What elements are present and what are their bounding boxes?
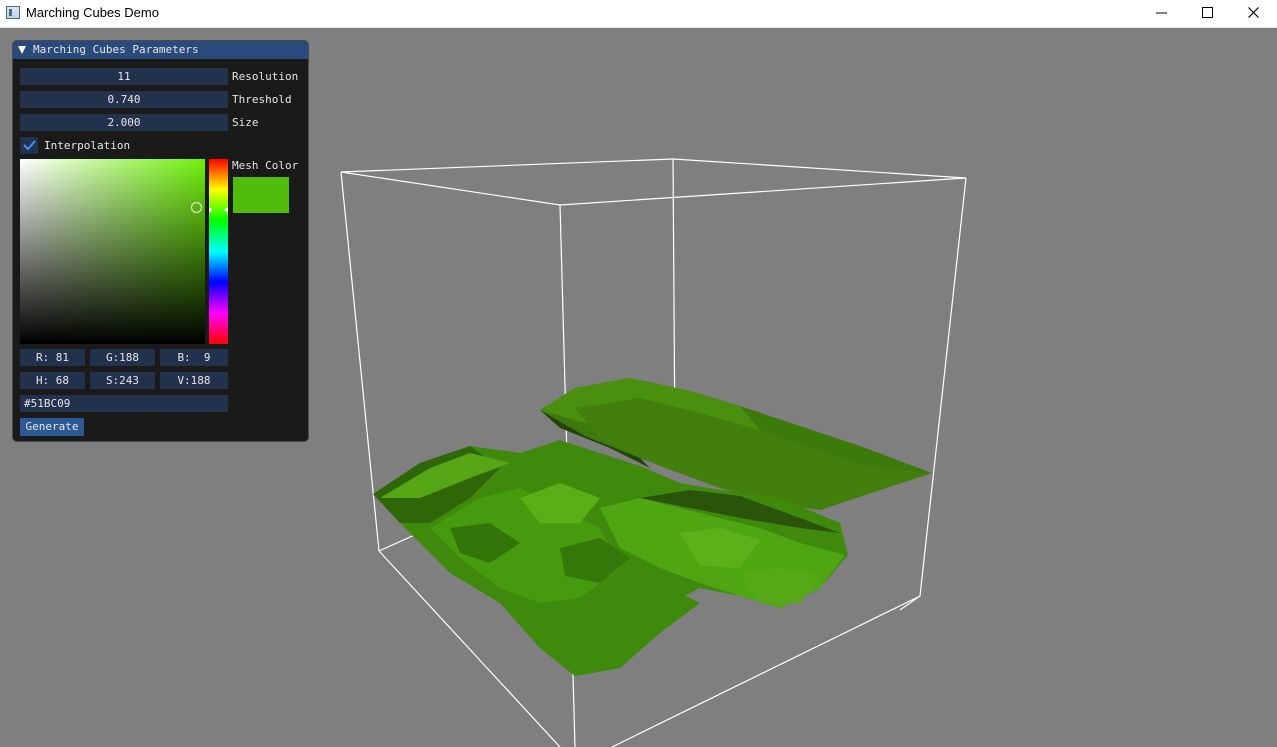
value-input[interactable]: V:188 [160,372,228,389]
green-input[interactable]: G:188 [90,349,155,366]
collapse-triangle-icon[interactable] [18,46,26,54]
size-label: Size [232,116,259,129]
hue-input[interactable]: H: 68 [20,372,85,389]
parameters-panel: Marching Cubes Parameters 11 Resolution … [12,40,309,442]
panel-title: Marching Cubes Parameters [33,43,199,56]
mesh-color-swatch[interactable] [233,177,289,213]
hex-color-input[interactable]: #51BC09 [20,395,228,412]
checkmark-icon [23,140,36,151]
app-icon [6,6,20,19]
generate-button[interactable]: Generate [20,418,84,436]
resolution-label: Resolution [232,70,299,83]
minimize-icon [1156,12,1167,14]
interpolation-label: Interpolation [44,139,131,152]
hue-marker-left-icon [209,207,213,213]
interpolation-checkbox[interactable] [20,137,38,154]
blue-input[interactable]: B: 9 [160,349,228,366]
maximize-icon [1202,7,1213,18]
close-button[interactable] [1231,0,1277,27]
resolution-slider[interactable]: 11 [20,68,228,85]
threshold-slider[interactable]: 0.740 [20,91,228,108]
saturation-value-picker[interactable] [20,159,205,344]
saturation-input[interactable]: S:243 [90,372,155,389]
maximize-button[interactable] [1185,0,1231,27]
hue-marker-right-icon [224,207,228,213]
threshold-label: Threshold [232,93,292,106]
close-icon [1248,7,1259,18]
color-picker-cursor[interactable] [191,202,202,213]
window-titlebar[interactable]: Marching Cubes Demo [0,0,1277,28]
red-input[interactable]: R: 81 [20,349,85,366]
window-title: Marching Cubes Demo [26,5,159,20]
hue-slider[interactable] [209,159,228,344]
panel-header[interactable]: Marching Cubes Parameters [13,41,308,59]
mesh-color-label: Mesh Color [232,159,299,172]
size-slider[interactable]: 2.000 [20,114,228,131]
minimize-button[interactable] [1139,0,1185,27]
